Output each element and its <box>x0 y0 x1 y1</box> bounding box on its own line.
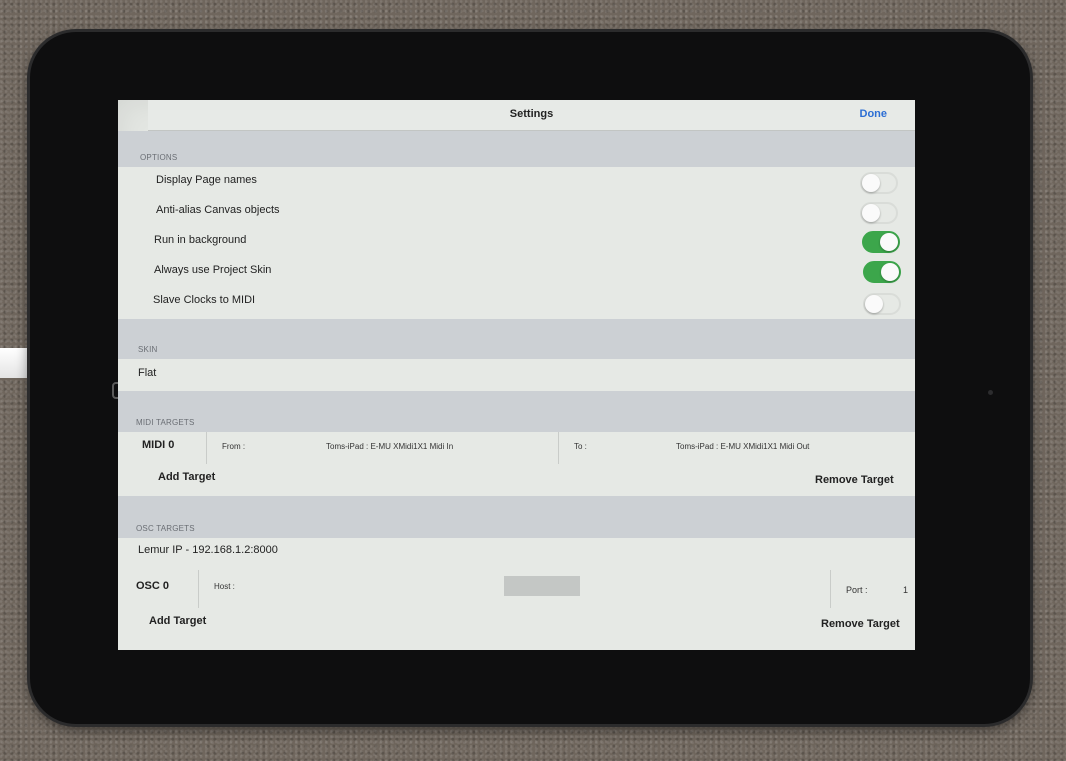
anti-alias-toggle[interactable] <box>860 202 898 224</box>
project-skin-toggle[interactable] <box>863 261 901 283</box>
midi-to-value[interactable]: Toms-iPad : E-MU XMidi1X1 Midi Out <box>676 442 809 451</box>
toggle-knob <box>880 233 898 251</box>
settings-screen: Settings Done OPTIONS Display Page names… <box>118 100 915 650</box>
midi-from-label: From : <box>222 442 246 451</box>
display-page-names-toggle[interactable] <box>860 172 898 194</box>
divider <box>198 570 199 608</box>
osc-port-label: Port : <box>846 585 868 595</box>
divider <box>830 570 831 608</box>
options-section-header: OPTIONS <box>118 131 915 167</box>
toggle-knob <box>881 263 899 281</box>
option-label: Slave Clocks to MIDI <box>153 294 256 306</box>
osc-remove-target-button[interactable]: Remove Target <box>821 618 900 630</box>
osc-host-input[interactable] <box>504 576 580 596</box>
camera-icon <box>988 390 993 395</box>
divider <box>206 432 207 464</box>
option-row-display-page-names: Display Page names <box>118 167 915 197</box>
option-label: Display Page names <box>156 174 257 186</box>
option-label: Always use Project Skin <box>154 264 272 276</box>
midi-targets-header-label: MIDI TARGETS <box>136 418 195 427</box>
skin-row[interactable]: Flat <box>118 359 915 391</box>
option-row-run-in-background: Run in background <box>118 227 915 257</box>
option-row-anti-alias: Anti-alias Canvas objects <box>118 197 915 227</box>
photo-background: Settings Done OPTIONS Display Page names… <box>0 0 1066 761</box>
page-title: Settings <box>509 108 554 120</box>
toggle-knob <box>862 204 880 222</box>
midi-target-block: MIDI 0 From : Toms-iPad : E-MU XMidi1X1 … <box>118 432 915 496</box>
slave-clocks-toggle[interactable] <box>863 293 901 315</box>
osc-target-name: OSC 0 <box>136 580 170 592</box>
midi-target-name: MIDI 0 <box>142 439 175 451</box>
midi-add-target-button[interactable]: Add Target <box>158 471 215 483</box>
toggle-knob <box>865 295 883 313</box>
midi-targets-section-header: MIDI TARGETS <box>118 391 915 432</box>
done-button[interactable]: Done <box>860 108 888 120</box>
midi-to-label: To : <box>574 442 587 451</box>
osc-host-label: Host : <box>214 582 235 591</box>
navigation-bar: Settings Done <box>148 100 915 131</box>
option-row-project-skin: Always use Project Skin <box>118 257 915 287</box>
osc-targets-header-label: OSC TARGETS <box>136 524 195 533</box>
options-header-label: OPTIONS <box>140 153 178 162</box>
divider <box>558 432 559 464</box>
option-label: Run in background <box>154 234 247 246</box>
toggle-knob <box>862 174 880 192</box>
midi-remove-target-button[interactable]: Remove Target <box>815 474 894 486</box>
skin-section-header: SKIN <box>118 319 915 359</box>
run-in-background-toggle[interactable] <box>862 231 900 253</box>
skin-header-label: SKIN <box>138 345 158 354</box>
lemur-ip-label: Lemur IP - 192.168.1.2:8000 <box>138 544 278 556</box>
osc-port-value[interactable]: 1 <box>903 585 908 595</box>
option-label: Anti-alias Canvas objects <box>156 204 280 216</box>
skin-value: Flat <box>138 367 157 379</box>
osc-targets-section-header: OSC TARGETS <box>118 496 915 538</box>
osc-add-target-button[interactable]: Add Target <box>149 615 206 627</box>
midi-from-value[interactable]: Toms-iPad : E-MU XMidi1X1 Midi In <box>326 442 453 451</box>
option-row-slave-clocks: Slave Clocks to MIDI <box>118 287 915 319</box>
